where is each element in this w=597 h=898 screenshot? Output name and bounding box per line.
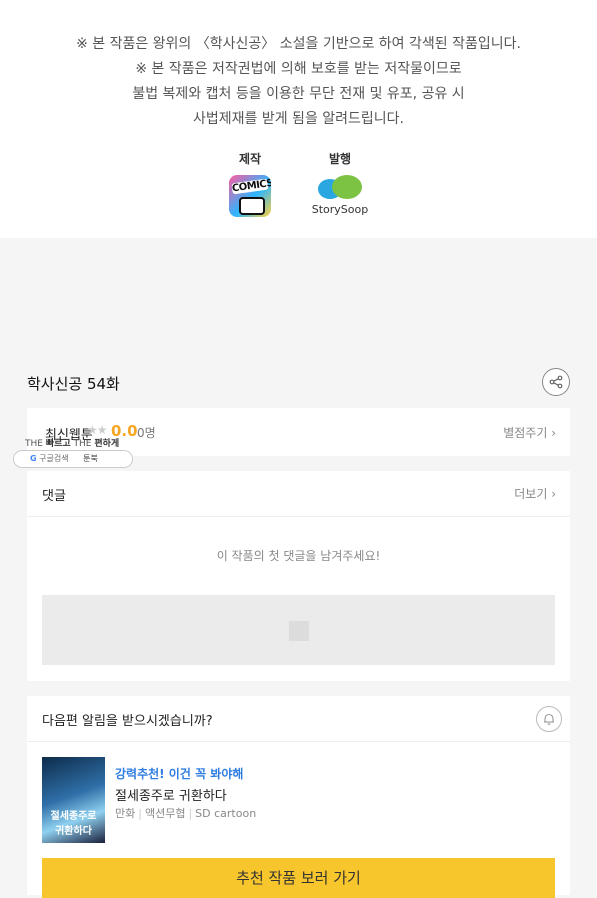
notice-line-2: ※ 본 작품은 저작권법에 의해 보호를 받는 저작물이므로 bbox=[135, 61, 462, 77]
placeholder-image-icon bbox=[289, 621, 309, 641]
rating-count: 0명 bbox=[137, 426, 156, 440]
comments-header: 댓글 더보기 › bbox=[27, 471, 570, 517]
copyright-notice: ※ 본 작품은 왕위의 〈학사신공〉 소설을 기반으로 하여 각색된 작품입니다… bbox=[0, 32, 597, 132]
rate-button[interactable]: 별점주기 › bbox=[503, 424, 556, 441]
recommend-thumbnail[interactable]: 절세종주로 귀환하다 bbox=[42, 757, 105, 843]
comment-input-box[interactable] bbox=[42, 595, 555, 665]
comics-logo-text: COMICS bbox=[231, 177, 271, 195]
storysoop-logo: StorySoop bbox=[310, 175, 370, 216]
meta-type: 만화 bbox=[115, 807, 136, 820]
share-button[interactable] bbox=[542, 368, 570, 396]
meta-genre: 액션무협 bbox=[144, 807, 186, 820]
recommend-meta: 만화 | 액션무협 | SD cartoon bbox=[115, 807, 257, 820]
producer-label: 제작 bbox=[238, 152, 262, 166]
publisher-label: 발행 bbox=[328, 152, 352, 166]
comments-more-link[interactable]: 더보기 › bbox=[514, 485, 556, 502]
publisher-credit: 발행 StorySoop bbox=[310, 150, 370, 216]
browser-overlay-widget[interactable]: THE 빠르고 THE 편하게 G 구글검색 툰북 bbox=[13, 436, 133, 468]
notify-header: 다음편 알림을 받으시겠습니까? bbox=[27, 696, 570, 742]
comments-title: 댓글 bbox=[42, 489, 66, 504]
comics-logo: COMICS bbox=[229, 175, 271, 217]
episode-title: 학사신공 54화 bbox=[27, 375, 120, 393]
next-episode-card: 다음편 알림을 받으시겠습니까? 절세종주로 귀환하다 강력추천! 이건 꼭 봐… bbox=[27, 696, 570, 898]
storysoop-bubbles-icon bbox=[316, 175, 364, 201]
meta-studio: SD cartoon bbox=[195, 807, 257, 820]
recommend-tag: 강력추천! 이건 꼭 봐야해 bbox=[115, 767, 244, 781]
overlay-slogan: THE 빠르고 THE 편하게 bbox=[25, 439, 120, 449]
notice-line-3: 불법 복제와 캡처 등을 이용한 무단 전재 및 유포, 공유 시 bbox=[132, 86, 465, 102]
google-icon: G bbox=[30, 454, 37, 463]
notice-line-4: 사법제재를 받게 됨을 알려드립니다. bbox=[193, 111, 404, 127]
google-search-label[interactable]: 구글검색 bbox=[39, 454, 68, 463]
copyright-notice-section: ※ 본 작품은 왕위의 〈학사신공〉 소설을 기반으로 하여 각색된 작품입니다… bbox=[0, 0, 597, 238]
bookmark-label[interactable]: 툰북 bbox=[83, 454, 98, 463]
share-icon bbox=[549, 375, 563, 389]
comics-logo-face bbox=[239, 197, 265, 215]
rating-stars: ★★ bbox=[87, 423, 107, 437]
view-recommended-button[interactable]: 추천 작품 보러 가기 bbox=[42, 858, 555, 898]
notice-line-1: ※ 본 작품은 왕위의 〈학사신공〉 소설을 기반으로 하여 각색된 작품입니다… bbox=[76, 36, 521, 52]
overlay-pill[interactable]: G 구글검색 툰북 bbox=[13, 450, 133, 468]
comments-card: 댓글 더보기 › 이 작품의 첫 댓글을 남겨주세요! bbox=[27, 471, 570, 681]
recommend-title[interactable]: 절세종주로 귀환하다 bbox=[115, 785, 227, 804]
bell-icon bbox=[544, 713, 554, 725]
comments-empty-message: 이 작품의 첫 댓글을 남겨주세요! bbox=[216, 549, 381, 563]
thumbnail-title: 절세종주로 귀환하다 bbox=[50, 811, 97, 837]
producer-credit: 제작 COMICS bbox=[225, 150, 275, 217]
notify-bell-button[interactable] bbox=[536, 706, 562, 732]
notify-question: 다음편 알림을 받으시겠습니까? bbox=[42, 714, 213, 729]
episode-title-row: 학사신공 54화 bbox=[27, 368, 570, 396]
storysoop-logo-text: StorySoop bbox=[311, 203, 369, 216]
